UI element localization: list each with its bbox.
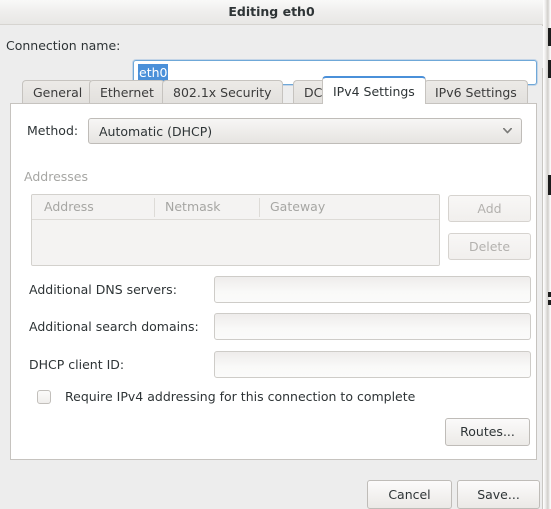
- dhcp-client-id-label: DHCP client ID:: [29, 357, 125, 372]
- column-header-address[interactable]: Address: [44, 199, 94, 214]
- chevron-down-icon: [503, 128, 512, 134]
- cancel-button[interactable]: Cancel: [367, 480, 452, 509]
- method-label: Method:: [27, 123, 79, 138]
- method-selected-value: Automatic (DHCP): [99, 124, 213, 139]
- save-button[interactable]: Save...: [457, 480, 540, 509]
- tab-ipv4-settings[interactable]: IPv4 Settings: [322, 76, 426, 104]
- tab-general[interactable]: General: [22, 80, 94, 104]
- additional-dns-servers-input[interactable]: [214, 276, 531, 303]
- column-header-gateway[interactable]: Gateway: [270, 199, 325, 214]
- column-header-netmask[interactable]: Netmask: [165, 199, 221, 214]
- addresses-table-body: [32, 220, 439, 265]
- additional-dns-servers-label: Additional DNS servers:: [29, 282, 177, 297]
- additional-search-domains-label: Additional search domains:: [29, 319, 199, 334]
- require-ipv4-checkbox[interactable]: [37, 390, 51, 404]
- tab-ipv6-settings[interactable]: IPv6 Settings: [424, 80, 528, 104]
- method-combobox[interactable]: Automatic (DHCP): [88, 118, 522, 144]
- tab-802-1x-security[interactable]: 802.1x Security: [162, 80, 283, 104]
- connection-name-label: Connection name:: [6, 38, 121, 53]
- column-divider: [154, 198, 155, 217]
- dialog-titlebar: Editing eth0: [0, 0, 543, 25]
- background-window-edge: [543, 0, 551, 509]
- dhcp-client-id-input[interactable]: [214, 351, 531, 378]
- connection-name-row: Connection name: eth0: [0, 26, 543, 85]
- editing-connection-dialog: Editing eth0 Connection name: eth0 Gener…: [0, 0, 543, 509]
- add-address-button[interactable]: Add: [448, 195, 531, 222]
- settings-tabstrip: General Ethernet 802.1x Security DCB IPv…: [10, 76, 537, 104]
- dialog-title: Editing eth0: [228, 4, 315, 19]
- additional-search-domains-input[interactable]: [214, 313, 531, 340]
- addresses-table-header: Address Netmask Gateway: [32, 195, 439, 220]
- tab-ethernet[interactable]: Ethernet: [89, 80, 165, 104]
- addresses-section-label: Addresses: [24, 169, 88, 184]
- column-divider: [259, 198, 260, 217]
- routes-button[interactable]: Routes...: [445, 418, 530, 446]
- require-ipv4-label: Require IPv4 addressing for this connect…: [65, 389, 416, 404]
- addresses-table[interactable]: Address Netmask Gateway: [31, 194, 440, 266]
- ipv4-settings-panel: Method: Automatic (DHCP) Addresses Addre…: [10, 103, 537, 460]
- delete-address-button[interactable]: Delete: [448, 233, 531, 260]
